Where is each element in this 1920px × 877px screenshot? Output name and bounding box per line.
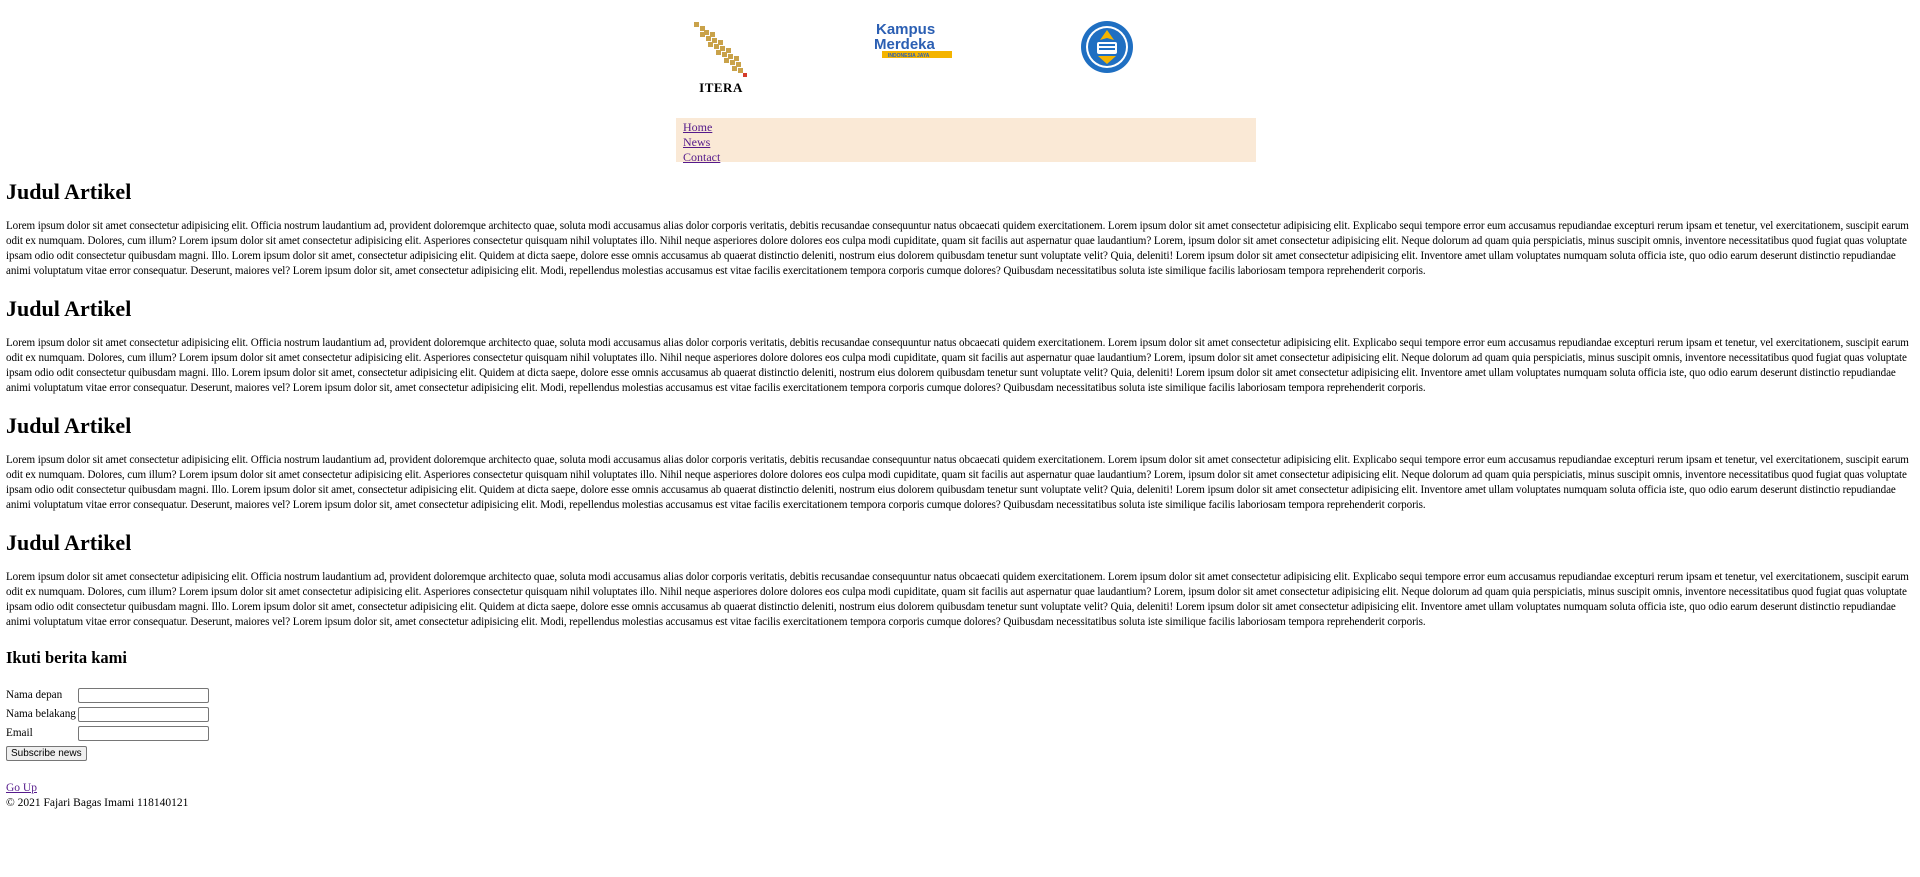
email-label: Email (6, 727, 33, 740)
last-name-input[interactable] (77, 706, 209, 722)
article: Judul Artikel Lorem ipsum dolor sit amet… (6, 296, 1914, 396)
article: Judul Artikel Lorem ipsum dolor sit amet… (6, 179, 1914, 279)
subscribe-section: Ikuti berita kami Nama depan Nama belaka… (6, 648, 1914, 761)
itera-logo: ITERA (692, 20, 752, 96)
subscribe-form: Nama depan Nama belakang Email Subscribe… (6, 685, 1914, 761)
last-name-label: Nama belakang (6, 708, 76, 721)
nav-link-contact[interactable]: Contact (676, 150, 1256, 165)
subscribe-form-table: Nama depan Nama belakang Email (4, 685, 211, 744)
article: Judul Artikel Lorem ipsum dolor sit amet… (6, 530, 1914, 630)
article-body: Lorem ipsum dolor sit amet consectetur a… (6, 571, 1909, 628)
article-title: Judul Artikel (6, 530, 132, 555)
go-up-link[interactable]: Go Up (6, 781, 37, 795)
article-body: Lorem ipsum dolor sit amet consectetur a… (6, 454, 1909, 511)
km-line2: Merdeka (874, 36, 936, 53)
kampus-merdeka-logo-icon: Kampus Merdeka INDONESIA JAYA (874, 21, 952, 59)
first-name-input[interactable] (77, 687, 209, 703)
form-row-email: Email (6, 725, 209, 742)
first-name-label: Nama depan (6, 689, 63, 702)
article-title: Judul Artikel (6, 179, 132, 204)
tut-wuri-handayani-logo-icon (1081, 21, 1133, 73)
subscribe-title: Ikuti berita kami (6, 648, 128, 667)
itera-logo-icon (694, 22, 747, 77)
article-title: Judul Artikel (6, 296, 132, 321)
tut-wuri-handayani-logo (1080, 20, 1134, 74)
copyright-text: © 2021 Fajari Bagas Imami 118140121 (6, 797, 189, 809)
article: Judul Artikel Lorem ipsum dolor sit amet… (6, 413, 1914, 513)
article-body: Lorem ipsum dolor sit amet consectetur a… (6, 220, 1909, 277)
subscribe-button[interactable]: Subscribe news (6, 745, 87, 761)
main-nav: Home News Contact (676, 118, 1256, 165)
logo-bar: ITERA Kampus Merdeka INDONESIA JAYA (6, 0, 1914, 118)
footer: Go Up © 2021 Fajari Bagas Imami 11814012… (6, 761, 1914, 811)
km-tag: INDONESIA JAYA (888, 53, 930, 59)
itera-logo-text: ITERA (699, 80, 743, 95)
email-input[interactable] (77, 725, 209, 741)
form-row-first-name: Nama depan (6, 687, 209, 704)
kampus-merdeka-logo: Kampus Merdeka INDONESIA JAYA (874, 20, 954, 62)
nav-link-news[interactable]: News (676, 135, 1256, 150)
article-title: Judul Artikel (6, 413, 132, 438)
page: ITERA Kampus Merdeka INDONESIA JAYA Home… (0, 0, 1920, 810)
nav-link-home[interactable]: Home (676, 120, 1256, 135)
form-row-last-name: Nama belakang (6, 706, 209, 723)
article-body: Lorem ipsum dolor sit amet consectetur a… (6, 337, 1909, 394)
